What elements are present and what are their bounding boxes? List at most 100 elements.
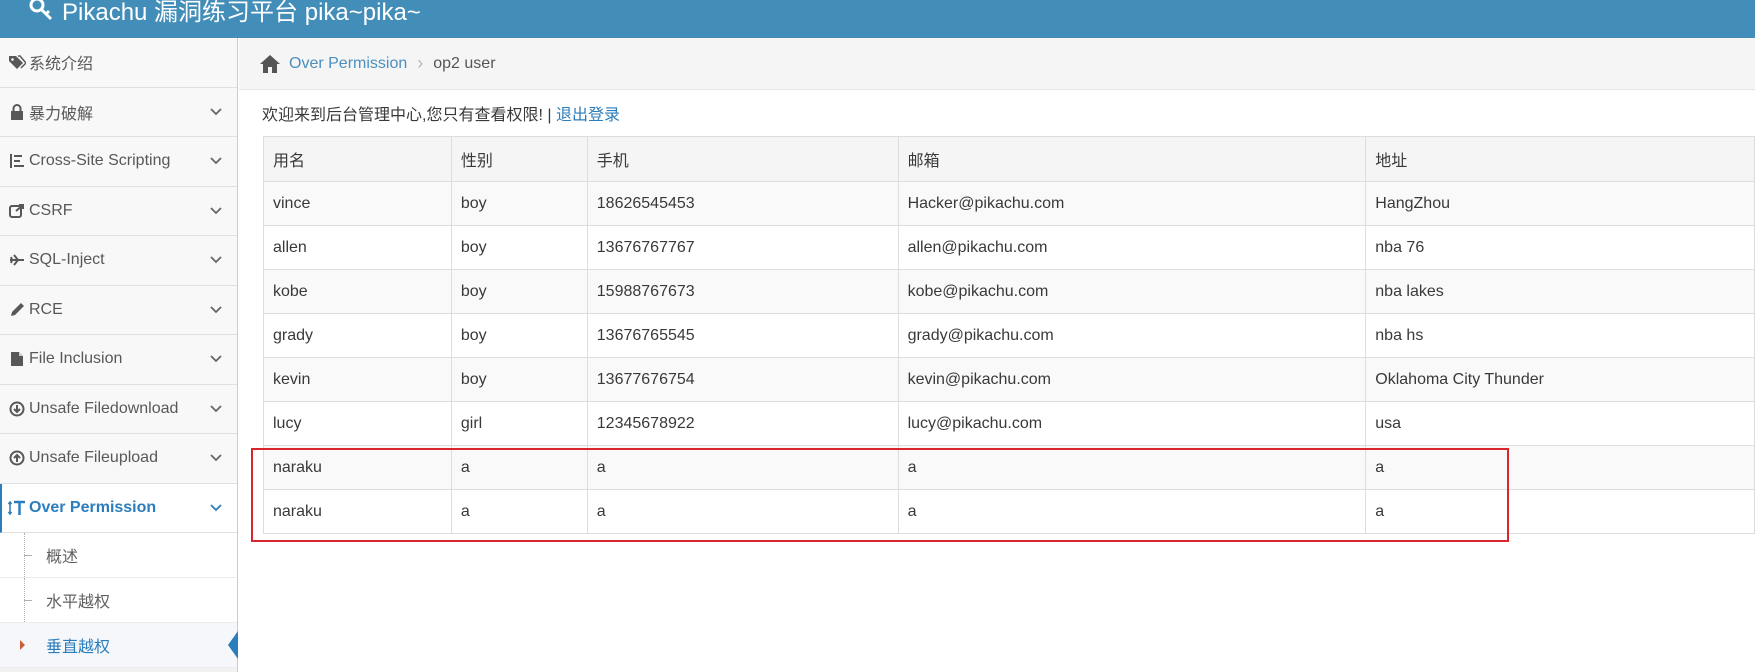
table-row: kobe boy 15988767673 kobe@pikachu.com nb…	[263, 269, 1755, 314]
submenu-item-horizontal[interactable]: 水平越权	[0, 578, 237, 623]
tree-dash	[24, 600, 32, 601]
chevron-down-icon	[210, 306, 222, 314]
cell-gender: boy	[450, 269, 588, 314]
chevron-down-icon	[210, 256, 222, 264]
table-header-row: 用名 性别 手机 邮箱 地址	[263, 136, 1755, 182]
cell-phone: 15988767673	[586, 269, 899, 314]
share-icon	[8, 202, 26, 220]
column-header-username: 用名	[263, 136, 452, 182]
cell-gender: boy	[450, 357, 588, 402]
cell-address: nba lakes	[1365, 269, 1755, 314]
sidebar-item-label: Unsafe Filedownload	[29, 399, 179, 417]
active-marker	[228, 631, 238, 659]
sidebar-item-label: CSRF	[29, 201, 73, 219]
chevron-down-icon	[210, 355, 222, 363]
tags-icon	[8, 53, 26, 71]
cell-gender: boy	[450, 313, 588, 358]
key-icon	[29, 0, 53, 21]
cell-phone: 13676765545	[586, 313, 899, 358]
cell-gender: boy	[450, 181, 588, 226]
column-header-email: 邮箱	[897, 136, 1367, 182]
tree-dash	[24, 555, 32, 556]
sidebar-item-file-inclusion[interactable]: File Inclusion	[0, 335, 237, 385]
cell-email: lucy@pikachu.com	[897, 401, 1367, 446]
lock-icon	[8, 103, 26, 121]
list-tree-icon	[8, 152, 26, 170]
sidebar-item-over-permission[interactable]: Over Permission	[0, 483, 237, 533]
sidebar-item-csrf[interactable]: CSRF	[0, 186, 237, 236]
submenu-item-overview[interactable]: 概述	[0, 533, 237, 578]
breadcrumb: Over Permission › op2 user	[239, 38, 1755, 90]
cell-address: usa	[1365, 401, 1755, 446]
cell-address: a	[1365, 445, 1755, 490]
home-icon	[260, 54, 280, 73]
brand-link[interactable]: Pikachu 漏洞练习平台 pika~pika~	[28, 0, 421, 26]
sidebar-item-label: 系统介绍	[29, 56, 94, 74]
sidebar-item-intro[interactable]: 系统介绍	[0, 38, 237, 88]
cell-phone: 12345678922	[586, 401, 899, 446]
cell-gender: a	[450, 445, 588, 490]
cell-email: a	[897, 445, 1367, 490]
cell-address: nba 76	[1365, 225, 1755, 270]
download-circle-icon	[8, 400, 26, 418]
chevron-down-icon	[210, 504, 222, 512]
sidebar-item-label: SQL-Inject	[29, 251, 105, 269]
sidebar-item-xss[interactable]: Cross-Site Scripting	[0, 137, 237, 187]
cell-phone: 13677676754	[586, 357, 899, 402]
cell-address: Oklahoma City Thunder	[1365, 357, 1755, 402]
cell-phone: 13676767767	[586, 225, 899, 270]
cell-email: Hacker@pikachu.com	[897, 181, 1367, 226]
sidebar-item-rce[interactable]: RCE	[0, 285, 237, 335]
logout-link[interactable]: 退出登录	[556, 107, 620, 124]
plane-icon	[8, 251, 26, 269]
cell-email: allen@pikachu.com	[897, 225, 1367, 270]
cell-gender: boy	[450, 225, 588, 270]
sidebar-item-bruteforce[interactable]: 暴力破解	[0, 87, 237, 137]
table-row: naraku a a a a	[263, 489, 1755, 534]
cell-username: allen	[263, 225, 452, 270]
sidebar-item-fileupload[interactable]: Unsafe Fileupload	[0, 434, 237, 484]
text-height-icon	[8, 499, 26, 517]
cell-username: naraku	[263, 489, 452, 534]
chevron-down-icon	[210, 454, 222, 462]
sidebar-item-label: 暴力破解	[29, 105, 94, 123]
breadcrumb-link-over-permission[interactable]: Over Permission	[289, 55, 407, 73]
sidebar: 系统介绍 暴力破解 Cross-Site Scripting CSRF SQL-…	[0, 38, 238, 672]
sidebar-item-label: Over Permission	[29, 498, 157, 516]
cell-gender: a	[450, 489, 588, 534]
breadcrumb-current: op2 user	[433, 54, 496, 72]
cell-phone: a	[586, 445, 899, 490]
table-row: vince boy 18626545453 Hacker@pikachu.com…	[263, 181, 1755, 226]
cell-email: grady@pikachu.com	[897, 313, 1367, 358]
caret-right-icon	[20, 640, 25, 650]
sidebar-item-label: Cross-Site Scripting	[29, 152, 171, 170]
cell-address: nba hs	[1365, 313, 1755, 358]
column-header-gender: 性别	[450, 136, 588, 182]
submenu-item-label: 垂直越权	[46, 639, 111, 656]
table-row: lucy girl 12345678922 lucy@pikachu.com u…	[263, 401, 1755, 446]
chevron-down-icon	[210, 405, 222, 413]
sidebar-item-label: Unsafe Fileupload	[29, 449, 158, 467]
sidebar-item-filedownload[interactable]: Unsafe Filedownload	[0, 384, 237, 434]
table-row: naraku a a a a	[263, 445, 1755, 490]
welcome-message: 欢迎来到后台管理中心,您只有查看权限! | 退出登录	[262, 101, 620, 125]
column-header-phone: 手机	[586, 136, 899, 182]
chevron-down-icon	[210, 157, 222, 165]
file-icon	[8, 350, 26, 368]
table-row: grady boy 13676765545 grady@pikachu.com …	[263, 313, 1755, 358]
cell-phone: a	[586, 489, 899, 534]
sidebar-item-sqli[interactable]: SQL-Inject	[0, 236, 237, 286]
cell-username: grady	[263, 313, 452, 358]
cell-address: a	[1365, 489, 1755, 534]
cell-email: a	[897, 489, 1367, 534]
chevron-down-icon	[210, 207, 222, 215]
welcome-text: 欢迎来到后台管理中心,您只有查看权限! |	[262, 107, 556, 124]
cell-email: kevin@pikachu.com	[897, 357, 1367, 402]
submenu-item-vertical[interactable]: 垂直越权	[0, 623, 238, 668]
cell-username: lucy	[263, 401, 452, 446]
table-row: kevin boy 13677676754 kevin@pikachu.com …	[263, 357, 1755, 402]
upload-circle-icon	[8, 449, 26, 467]
cell-gender: girl	[450, 401, 588, 446]
column-header-address: 地址	[1365, 136, 1755, 182]
cell-username: kobe	[263, 269, 452, 314]
